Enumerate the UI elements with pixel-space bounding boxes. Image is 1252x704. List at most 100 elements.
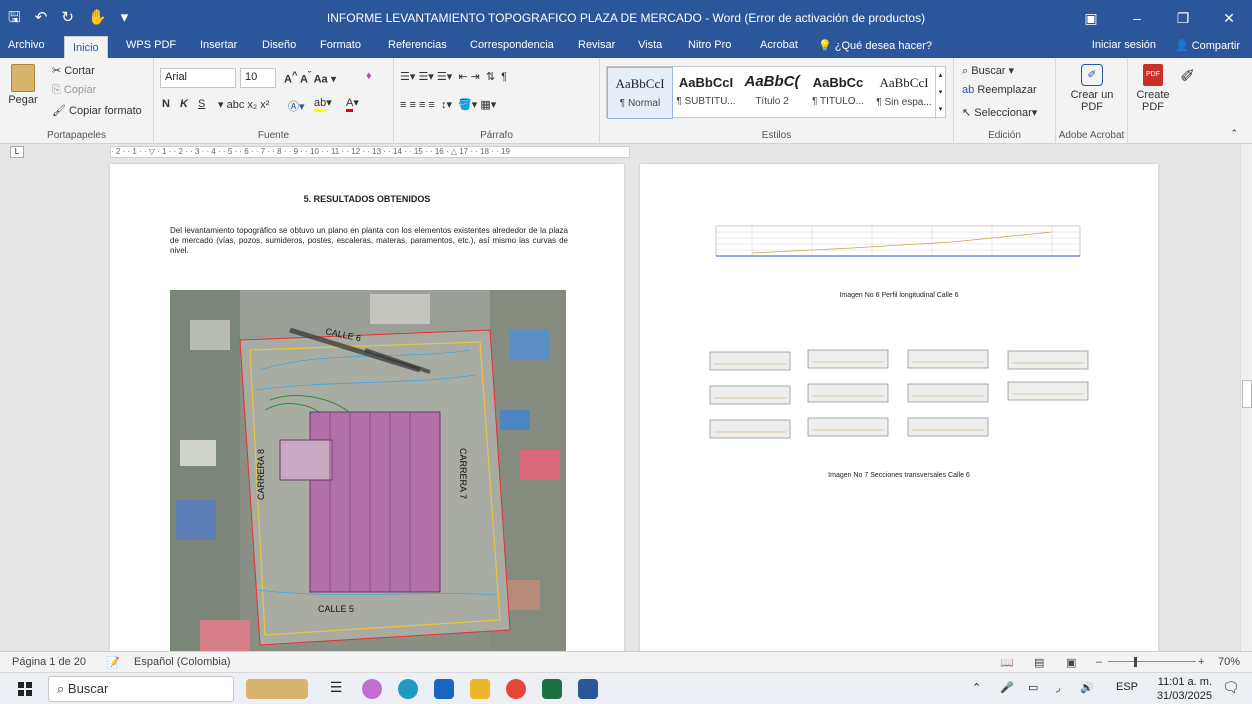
taskbar-search[interactable]: ⌕ Buscar: [48, 676, 234, 702]
outlook-icon[interactable]: [434, 679, 454, 699]
font-name-combo[interactable]: Arial: [160, 68, 236, 88]
minimize-button[interactable]: –: [1114, 0, 1160, 36]
tab-formato[interactable]: Formato: [320, 39, 361, 51]
grow-font-button[interactable]: A^ Aˇ Aa ▾: [284, 70, 336, 86]
close-button[interactable]: ✕: [1206, 0, 1252, 36]
restore-button[interactable]: ❐: [1160, 0, 1206, 36]
share-button[interactable]: 👤 Compartir: [1175, 39, 1240, 52]
tab-diseno[interactable]: Diseño: [262, 39, 296, 51]
tab-referencias[interactable]: Referencias: [388, 39, 447, 51]
zoom-slider-thumb[interactable]: [1134, 657, 1137, 667]
image-caption-7: Imagen No 7 Secciones transversales Call…: [828, 472, 970, 479]
battery-icon[interactable]: ▭: [1028, 681, 1038, 694]
sign-icon[interactable]: ✐: [1180, 66, 1195, 87]
web-layout-icon[interactable]: ▣: [1066, 656, 1076, 669]
copy-button[interactable]: ⎘ Copiar: [52, 84, 96, 97]
save-icon[interactable]: 🖫: [8, 8, 21, 28]
document-page-2[interactable]: Imagen No 6 Perfil longitudinal Calle 6 …: [640, 164, 1158, 651]
signin-link[interactable]: Iniciar sesión: [1092, 39, 1156, 51]
strikethrough-subscript-superscript-buttons[interactable]: ▾ abc x₂ x²: [218, 98, 269, 111]
paste-button[interactable]: Pegar: [6, 64, 40, 116]
underline-button[interactable]: S: [198, 98, 205, 110]
find-button[interactable]: ⌕ Buscar ▾: [962, 64, 1014, 78]
zoom-in-button[interactable]: +: [1198, 656, 1204, 668]
redo-icon[interactable]: ↻: [61, 8, 74, 28]
tab-wps-pdf[interactable]: WPS PDF: [126, 39, 176, 51]
tab-nitro-pro[interactable]: Nitro Pro: [688, 39, 731, 51]
bullets-numbering-buttons[interactable]: ☰▾ ☰▾ ☰▾ ⇤ ⇥ ⇅ ¶: [400, 70, 507, 83]
search-highlight-image[interactable]: [246, 679, 308, 699]
windows-start-icon[interactable]: [18, 682, 32, 696]
highlight-button[interactable]: ab▾: [314, 96, 332, 112]
meet-icon[interactable]: 🎤: [1000, 681, 1014, 694]
copilot-icon[interactable]: [362, 679, 382, 699]
tab-archivo[interactable]: Archivo: [8, 39, 45, 51]
touch-mode-icon[interactable]: ✋: [88, 8, 107, 28]
italic-button[interactable]: K: [180, 98, 188, 110]
page-count[interactable]: Página 1 de 20: [12, 656, 86, 668]
excel-icon[interactable]: [542, 679, 562, 699]
tab-inicio[interactable]: Inicio: [64, 36, 108, 58]
paragraph-group: ☰▾ ☰▾ ☰▾ ⇤ ⇥ ⇅ ¶ ≡ ≡ ≡ ≡ ↕▾ 🪣▾ ▦▾ Párraf…: [394, 58, 600, 144]
create-pdf2-button[interactable]: PDF Create PDF: [1136, 64, 1170, 113]
styles-scroll[interactable]: ▴ ▾ ▾: [935, 67, 945, 119]
read-mode-icon[interactable]: 📖: [1000, 656, 1014, 669]
styles-gallery: AaBbCcI ¶ Normal AaBbCcI ¶ SUBTITU... AaBb…: [606, 66, 946, 119]
style-titulo[interactable]: AaBbCc ¶ TITULO...: [805, 67, 871, 119]
style-normal[interactable]: AaBbCcI ¶ Normal: [607, 67, 673, 119]
file-explorer-icon[interactable]: [470, 679, 490, 699]
tab-revisar[interactable]: Revisar: [578, 39, 615, 51]
zoom-level[interactable]: 70%: [1218, 656, 1240, 668]
undo-icon[interactable]: ↶: [35, 8, 48, 28]
zoom-slider[interactable]: [1108, 661, 1196, 662]
adobe-acrobat-label: Adobe Acrobat: [1058, 130, 1125, 141]
proofing-icon[interactable]: 📝: [106, 656, 120, 669]
tab-stop-selector[interactable]: L: [10, 146, 24, 158]
scrollbar-thumb[interactable]: [1242, 380, 1252, 408]
edge-icon[interactable]: [398, 679, 418, 699]
format-painter-button[interactable]: 🖌 Copiar formato: [52, 104, 142, 117]
topographic-map-image[interactable]: CALLE 6 CALLE 5 CARRERA 8 CARRERA 7: [170, 290, 566, 651]
chrome-icon[interactable]: [506, 679, 526, 699]
task-view-icon[interactable]: ☰: [326, 679, 346, 699]
alignment-buttons[interactable]: ≡ ≡ ≡ ≡ ↕▾ 🪣▾ ▦▾: [400, 98, 496, 111]
tab-insertar[interactable]: Insertar: [200, 39, 237, 51]
customize-qat-icon[interactable]: ▾: [121, 8, 129, 28]
tab-acrobat[interactable]: Acrobat: [760, 39, 798, 51]
style-subtitulo[interactable]: AaBbCcI ¶ SUBTITU...: [673, 67, 739, 119]
search-icon: ⌕: [962, 65, 969, 77]
bold-button[interactable]: N: [162, 98, 170, 110]
create-pdf-button[interactable]: ✐ Crear un PDF: [1066, 64, 1118, 113]
cross-sections-image[interactable]: [708, 346, 1092, 442]
notifications-icon[interactable]: 🗨: [1222, 679, 1240, 696]
font-size-combo[interactable]: 10: [240, 68, 276, 88]
tab-correspondencia[interactable]: Correspondencia: [470, 39, 554, 51]
input-language[interactable]: ESP: [1116, 681, 1138, 693]
quick-access-toolbar: 🖫 ↶ ↻ ✋ ▾: [8, 8, 128, 28]
horizontal-ruler[interactable]: · 2 · · 1 · · ▽ · 1 · · 2 · · 3 · · 4 · …: [110, 146, 630, 158]
collapse-ribbon-icon[interactable]: ⌃: [1230, 128, 1238, 139]
style-sin-espaciado[interactable]: AaBbCcI ¶ Sin espa...: [871, 67, 937, 119]
wifi-icon[interactable]: ◞: [1056, 681, 1060, 694]
tab-vista[interactable]: Vista: [638, 39, 662, 51]
taskbar-clock[interactable]: 11:01 a. m. 31/03/2025: [1157, 675, 1212, 703]
longitudinal-profile-image[interactable]: [712, 220, 1082, 260]
zoom-out-button[interactable]: –: [1096, 656, 1102, 668]
volume-icon[interactable]: 🔊: [1080, 681, 1094, 694]
clear-format-icon[interactable]: ♦: [366, 70, 372, 82]
cut-button[interactable]: ✂ Cortar: [52, 64, 95, 77]
font-color-button[interactable]: A▾: [346, 96, 359, 112]
tell-me-box[interactable]: 💡 ¿Qué desea hacer?: [818, 39, 932, 52]
select-button[interactable]: ↖ Seleccionar▾: [962, 106, 1037, 119]
document-page-1[interactable]: 5. RESULTADOS OBTENIDOS Del levantamient…: [110, 164, 624, 651]
text-effects-icon[interactable]: Ⓐ▾: [288, 98, 305, 114]
vertical-scrollbar[interactable]: [1240, 144, 1252, 651]
results-paragraph: Del levantamiento topográfico se obtuvo …: [170, 226, 568, 255]
style-titulo-2[interactable]: AaBbC(Título 2: [739, 67, 805, 119]
word-icon[interactable]: [578, 679, 598, 699]
ribbon-display-icon[interactable]: ▣: [1068, 0, 1114, 36]
language-indicator[interactable]: Español (Colombia): [134, 656, 231, 668]
print-layout-icon[interactable]: ▤: [1034, 656, 1044, 669]
show-hidden-icons[interactable]: ⌃: [972, 681, 981, 694]
replace-button[interactable]: ab Reemplazar: [962, 84, 1037, 96]
